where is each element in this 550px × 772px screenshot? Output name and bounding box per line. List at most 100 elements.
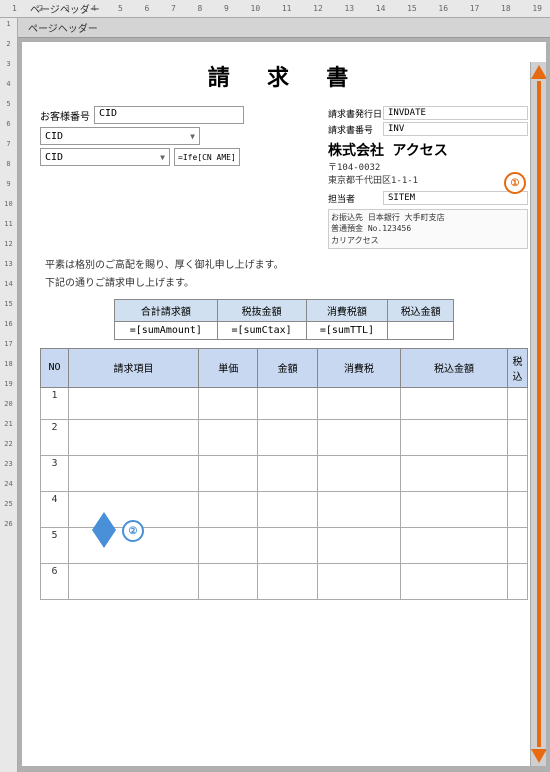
row-2-amount	[258, 419, 317, 455]
dropdown-arrow-icon: ▼	[190, 132, 195, 141]
issue-date-value: INVDATE	[383, 106, 528, 120]
table-row: 3	[41, 455, 528, 491]
row-3-unit	[199, 455, 258, 491]
badge-1: ①	[504, 172, 526, 194]
cid-formula-row: CID ▼ =Ife[CN AME]	[40, 148, 318, 166]
cid-select[interactable]: CID ▼	[40, 127, 200, 145]
scroll-track	[537, 81, 541, 747]
row-3-no: 3	[41, 455, 69, 491]
totals-col2-header: 税抜金額	[217, 299, 306, 321]
col-tax-short: 税込	[508, 348, 528, 387]
row-3-taxshort	[508, 455, 528, 491]
totals-col1-header: 合計請求額	[115, 299, 218, 321]
row-6-tax	[317, 563, 400, 599]
scrollbar-right[interactable]	[530, 62, 546, 766]
row-5-unit	[199, 527, 258, 563]
page-title: 請 求 書	[40, 60, 528, 92]
customer-number-row: お客様番号 CID	[40, 106, 318, 124]
totals-col2-value: =[sumCtax]	[217, 321, 306, 339]
move-down-arrow-icon[interactable]	[92, 530, 116, 548]
badge-2: ②	[122, 520, 144, 542]
page-header-bar: ページヘッダー	[18, 18, 550, 38]
customer-id-input-1[interactable]: CID	[94, 106, 244, 124]
row-6-taxshort	[508, 563, 528, 599]
row-1-amount	[258, 387, 317, 419]
content-area: ページヘッダー 請 求 書 お客様番号 CID	[18, 18, 550, 772]
row-2-taxed	[401, 419, 508, 455]
row-1-no: 1	[41, 387, 69, 419]
contact-label: 担当者	[328, 192, 383, 205]
issue-date-row: 請求書発行日 INVDATE	[328, 106, 528, 120]
page-header-text: ページヘッダー	[28, 20, 98, 35]
col-unit-price: 単価	[199, 348, 258, 387]
row-2-unit	[199, 419, 258, 455]
items-table: NO 請求項目 単価 金額 消費税 税込金額 税込 1	[40, 348, 528, 600]
row-3-amount	[258, 455, 317, 491]
totals-col3-value: =[sumTTL]	[306, 321, 388, 339]
ruler-top: ページヘッダー 12345 678910 1112131415 16171819	[0, 0, 550, 18]
row-4-no: 4	[41, 491, 69, 527]
contact-row: 担当者 SITEM	[328, 191, 528, 205]
row-6-taxed	[401, 563, 508, 599]
page-header-label: ページヘッダー	[30, 1, 100, 16]
row-2-item	[69, 419, 199, 455]
col-amount: 金額	[258, 348, 317, 387]
right-top: 請求書発行日 INVDATE 請求書番号 INV 株式会社 アクセス 〒104-…	[328, 106, 528, 249]
scroll-down-arrow-icon[interactable]	[531, 749, 547, 763]
ruler-left: 1 2 3 4 5 6 7 8 9 10 11 12 13 14 15 16 1…	[0, 18, 18, 772]
left-top: お客様番号 CID CID ▼	[40, 106, 318, 249]
col-no: NO	[41, 348, 69, 387]
message-line1: 平素は格別のご高配を賜り、厚く御礼申し上げます。	[45, 257, 528, 275]
row-5-taxed	[401, 527, 508, 563]
row-5-tax	[317, 527, 400, 563]
totals-col4-header: 税込金額	[388, 299, 454, 321]
move-up-arrow-icon[interactable]	[92, 512, 116, 530]
cid-input-3[interactable]: CID ▼	[40, 148, 170, 166]
invoice-number-value: INV	[383, 122, 528, 136]
invoice-number-row: 請求書番号 INV	[328, 122, 528, 136]
top-section: お客様番号 CID CID ▼	[40, 106, 528, 249]
row-4-amount	[258, 491, 317, 527]
row-4-taxshort	[508, 491, 528, 527]
row-6-item	[69, 563, 199, 599]
row-1-tax	[317, 387, 400, 419]
row-4-unit	[199, 491, 258, 527]
totals-col1-value: =[sumAmount]	[115, 321, 218, 339]
table-row: 6	[41, 563, 528, 599]
move-icon[interactable]	[92, 512, 116, 548]
dropdown-arrow2-icon: ▼	[160, 153, 165, 162]
contact-value: SITEM	[383, 191, 528, 205]
col-tax: 消費税	[317, 348, 400, 387]
issue-date-label: 請求書発行日	[328, 107, 383, 120]
totals-col3-header: 消費税額	[306, 299, 388, 321]
message-line2: 下記の通りご請求申し上げます。	[45, 275, 528, 293]
bank-info: お振込先 日本銀行 大手町支店 普通預金 No.123456 カリアクセス	[328, 209, 528, 249]
row-1-unit	[199, 387, 258, 419]
bank-label: お振込先	[331, 213, 363, 222]
cid-select-row: CID ▼	[40, 127, 318, 145]
row-4-taxed	[401, 491, 508, 527]
company-address: 東京都千代田区1-1-1	[328, 175, 528, 188]
message-box: 平素は格別のご高配を賜り、厚く御礼申し上げます。 下記の通りご請求申し上げます。	[40, 257, 528, 293]
row-1-item	[69, 387, 199, 419]
document-page: 請 求 書 お客様番号 CID CID	[22, 42, 546, 766]
row-6-unit	[199, 563, 258, 599]
row-2-taxshort	[508, 419, 528, 455]
col-item: 請求項目	[69, 348, 199, 387]
row-2-no: 2	[41, 419, 69, 455]
totals-col4-value	[388, 321, 454, 339]
row-3-taxed	[401, 455, 508, 491]
company-postal: 〒104-0032	[328, 162, 528, 175]
scroll-up-arrow-icon[interactable]	[531, 65, 547, 79]
row-3-item	[69, 455, 199, 491]
table-row: 1	[41, 387, 528, 419]
row-1-taxed	[401, 387, 508, 419]
row-1-taxshort	[508, 387, 528, 419]
customer-label: お客様番号	[40, 108, 90, 123]
row-6-amount	[258, 563, 317, 599]
row-6-no: 6	[41, 563, 69, 599]
row-4-tax	[317, 491, 400, 527]
table-row: 2	[41, 419, 528, 455]
row-3-tax	[317, 455, 400, 491]
company-name: 株式会社 アクセス	[328, 140, 528, 160]
